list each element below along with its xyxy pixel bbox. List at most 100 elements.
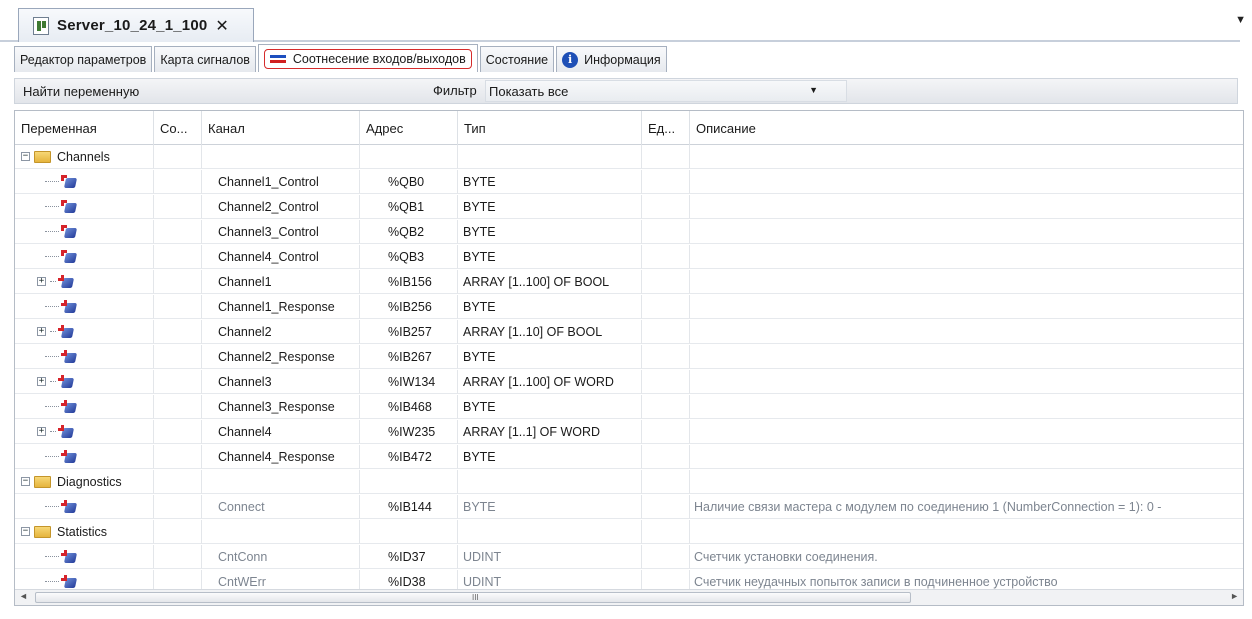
input-variable-icon — [61, 349, 78, 364]
tree-connector — [45, 206, 59, 207]
column-header-type[interactable]: Тип — [458, 111, 642, 145]
folder-icon — [34, 150, 51, 163]
description-cell — [690, 295, 1243, 319]
tree-folder-row[interactable]: − Diagnostics — [15, 470, 1243, 494]
tree-folder-row[interactable]: − Statistics — [15, 520, 1243, 544]
table-row[interactable]: Channel2_Control %QB1 BYTE — [15, 195, 1243, 219]
co-cell — [154, 345, 202, 369]
tree-connector — [45, 181, 59, 182]
output-variable-icon — [61, 249, 78, 264]
table-row[interactable]: Channel3_Response %IB468 BYTE — [15, 395, 1243, 419]
grid-header: Переменная Со... Канал Адрес Тип Ед... О… — [15, 111, 1243, 145]
unit-cell — [642, 245, 690, 269]
tab-information[interactable]: i Информация — [556, 46, 667, 72]
table-row[interactable]: + Channel1 %IB156 ARRAY [1..100] OF BOOL — [15, 270, 1243, 294]
description-cell — [690, 170, 1243, 194]
table-row[interactable]: CntConn %ID37 UDINT Счетчик установки соеди… — [15, 545, 1243, 569]
description-cell — [690, 420, 1243, 444]
table-row[interactable]: Channel1_Control %QB0 BYTE — [15, 170, 1243, 194]
io-mapping-icon — [269, 53, 286, 65]
description-cell — [690, 395, 1243, 419]
table-row[interactable]: + Channel3 %IW134 ARRAY [1..100] OF WORD — [15, 370, 1243, 394]
expand-icon[interactable]: + — [37, 327, 46, 336]
co-cell — [154, 320, 202, 344]
find-variable-button[interactable]: Найти переменную — [19, 80, 143, 102]
horizontal-scrollbar[interactable]: ◄ III ► — [15, 589, 1243, 605]
table-row[interactable]: Channel4_Control %QB3 BYTE — [15, 245, 1243, 269]
tab-signal-map[interactable]: Карта сигналов — [154, 46, 256, 72]
variable-cell — [15, 395, 154, 419]
tree-connector — [50, 281, 56, 282]
folder-icon — [34, 525, 51, 538]
table-row[interactable]: Channel3_Control %QB2 BYTE — [15, 220, 1243, 244]
address-cell: %IW235 — [360, 420, 458, 444]
close-icon[interactable]: ✕ — [215, 16, 228, 36]
document-tab-bar: Server_10_24_1_100 ✕ ▼ — [0, 0, 1252, 44]
channel-cell: Channel4_Response — [202, 445, 360, 469]
table-row[interactable]: Channel2_Response %IB267 BYTE — [15, 345, 1243, 369]
table-row[interactable]: + Channel2 %IB257 ARRAY [1..10] OF BOOL — [15, 320, 1243, 344]
column-header-description[interactable]: Описание — [690, 111, 1243, 145]
variable-cell: − Diagnostics — [15, 470, 154, 494]
scroll-left-icon[interactable]: ◄ — [19, 591, 28, 601]
column-header-channel[interactable]: Канал — [202, 111, 360, 145]
column-header-co[interactable]: Со... — [154, 111, 202, 145]
channel-cell — [202, 470, 360, 494]
tree-connector — [45, 356, 59, 357]
type-cell: BYTE — [458, 295, 642, 319]
collapse-icon[interactable]: − — [21, 477, 30, 486]
table-row[interactable]: + Channel4 %IW235 ARRAY [1..1] OF WORD — [15, 420, 1243, 444]
co-cell — [154, 370, 202, 394]
table-row[interactable]: Channel4_Response %IB472 BYTE — [15, 445, 1243, 469]
tree-connector — [50, 431, 56, 432]
info-icon: i — [562, 51, 579, 68]
variable-cell: − Statistics — [15, 520, 154, 544]
tab-status[interactable]: Состояние — [479, 46, 555, 72]
type-cell: BYTE — [458, 445, 642, 469]
tab-label: Информация — [584, 52, 661, 67]
co-cell — [154, 520, 202, 544]
description-cell — [690, 145, 1243, 169]
editor-tabs: Редактор параметров Карта сигналов Соотн… — [14, 44, 669, 72]
input-variable-icon — [58, 274, 75, 289]
tab-parameter-editor[interactable]: Редактор параметров — [14, 46, 153, 72]
input-variable-icon — [58, 374, 75, 389]
channel-cell — [202, 520, 360, 544]
address-cell: %IB256 — [360, 295, 458, 319]
input-variable-icon — [58, 324, 75, 339]
collapse-icon[interactable]: − — [21, 527, 30, 536]
variable-cell — [15, 445, 154, 469]
collapse-icon[interactable]: − — [21, 152, 30, 161]
address-cell: %QB0 — [360, 170, 458, 194]
variable-cell — [15, 245, 154, 269]
address-cell — [360, 145, 458, 169]
column-header-unit[interactable]: Ед... — [642, 111, 690, 145]
filter-dropdown[interactable]: Показать все ▼ — [485, 80, 847, 102]
expand-icon[interactable]: + — [37, 427, 46, 436]
tree-connector — [45, 306, 59, 307]
scroll-right-icon[interactable]: ► — [1230, 591, 1239, 601]
unit-cell — [642, 495, 690, 519]
column-header-variable[interactable]: Переменная — [15, 111, 154, 145]
document-tab[interactable]: Server_10_24_1_100 ✕ — [18, 8, 254, 42]
tab-list-dropdown-icon[interactable]: ▼ — [1235, 14, 1246, 26]
table-row[interactable]: Connect %IB144 BYTE Наличие связи мастера с… — [15, 495, 1243, 519]
type-cell: BYTE — [458, 220, 642, 244]
channel-cell: Channel4_Control — [202, 245, 360, 269]
channel-cell: Channel4 — [202, 420, 360, 444]
column-header-address[interactable]: Адрес — [360, 111, 458, 145]
tree-connector — [50, 381, 56, 382]
expand-icon[interactable]: + — [37, 277, 46, 286]
address-cell: %IB468 — [360, 395, 458, 419]
expand-icon[interactable]: + — [37, 377, 46, 386]
address-cell: %IW134 — [360, 370, 458, 394]
tab-io-mapping[interactable]: Соотнесение входов/выходов — [257, 44, 478, 72]
table-row[interactable]: Channel1_Response %IB256 BYTE — [15, 295, 1243, 319]
co-cell — [154, 545, 202, 569]
tree-folder-row[interactable]: − Channels — [15, 145, 1243, 169]
scrollbar-thumb[interactable]: III — [35, 592, 911, 603]
input-variable-icon — [61, 574, 78, 589]
address-cell: %QB3 — [360, 245, 458, 269]
folder-name: Statistics — [57, 524, 108, 539]
folder-name: Channels — [57, 149, 110, 164]
